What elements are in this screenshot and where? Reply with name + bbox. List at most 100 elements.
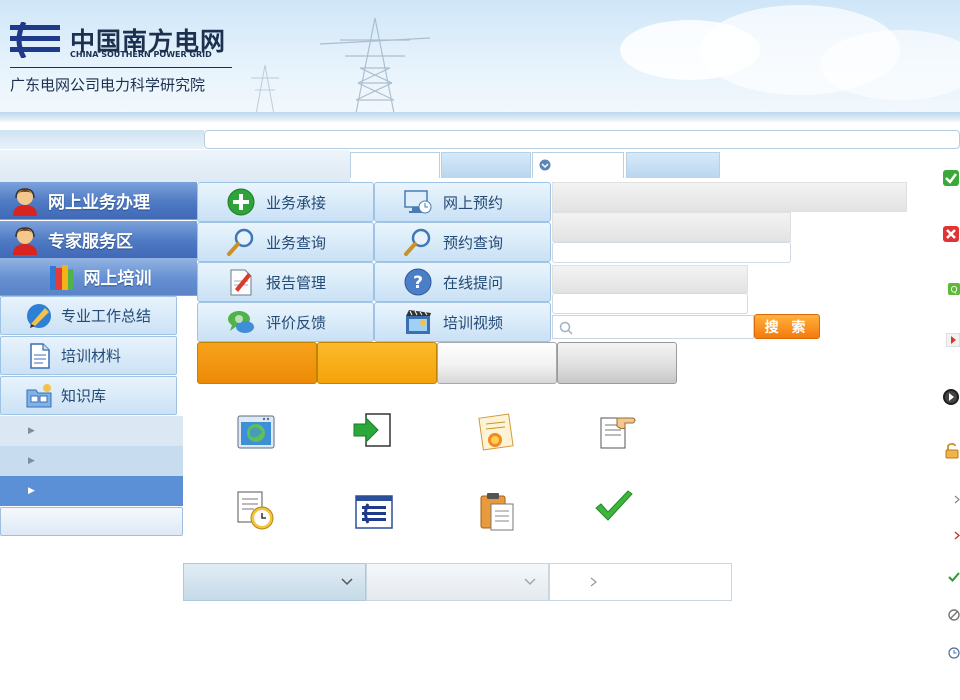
- dropdown-1[interactable]: [183, 563, 366, 601]
- play-icon[interactable]: [946, 333, 960, 347]
- service-label: 预约查询: [443, 233, 504, 252]
- nav-strip-item-3[interactable]: ▶: [0, 476, 183, 506]
- report-edit-icon: [230, 269, 252, 296]
- service-business-query[interactable]: 业务查询: [197, 222, 374, 262]
- service-feedback[interactable]: 评价反馈: [197, 302, 374, 342]
- nav-label: 专家服务区: [48, 232, 133, 252]
- service-online-booking[interactable]: 网上预约: [374, 182, 551, 222]
- organization-subtitle: 广东电网公司电力科学研究院: [10, 76, 206, 94]
- color-tab-3[interactable]: [437, 342, 557, 384]
- header-banner: [0, 0, 960, 122]
- power-tower-illustration: [320, 17, 430, 118]
- video-icon: [406, 310, 431, 334]
- pointer-document-icon[interactable]: [595, 410, 639, 454]
- add-icon: [227, 188, 255, 216]
- certificate-icon[interactable]: [475, 410, 519, 454]
- service-label: 培训视频: [443, 313, 504, 332]
- tab-4[interactable]: [626, 152, 720, 178]
- color-tab-2[interactable]: [317, 342, 437, 384]
- media-next-icon[interactable]: [942, 388, 960, 406]
- top-input-bar[interactable]: [204, 130, 960, 149]
- service-label: 报告管理: [266, 273, 327, 292]
- nav-strip-footer: [0, 507, 183, 536]
- chat-icon: [228, 311, 254, 333]
- search-button[interactable]: 搜 索: [754, 314, 820, 339]
- chevron-down-icon: [341, 578, 353, 586]
- search-text-field[interactable]: [577, 318, 749, 336]
- service-booking-query[interactable]: 预约查询: [374, 222, 551, 262]
- check-icon[interactable]: [942, 169, 960, 187]
- magnifier-icon: [227, 228, 254, 256]
- form-field-gray[interactable]: [552, 212, 791, 242]
- logo-window-icon[interactable]: [352, 490, 396, 534]
- chevron-right-icon[interactable]: [954, 495, 960, 504]
- close-icon[interactable]: [942, 225, 960, 243]
- nav-sub-label: 知识库: [61, 387, 107, 405]
- svg-text:?: ?: [413, 273, 423, 293]
- service-label: 业务查询: [266, 233, 327, 252]
- globe-window-icon[interactable]: [234, 410, 278, 454]
- chevron-down-circle-icon: [539, 159, 551, 171]
- service-label: 在线提问: [443, 273, 504, 292]
- q-badge-icon[interactable]: Q: [948, 283, 960, 295]
- monitor-clock-icon: [404, 190, 432, 214]
- service-label: 业务承接: [266, 193, 327, 212]
- form-field-gray[interactable]: [552, 265, 748, 293]
- color-tab-4[interactable]: [557, 342, 677, 384]
- service-label: 评价反馈: [266, 313, 327, 332]
- chevron-down-icon: [524, 578, 536, 586]
- search-input[interactable]: [552, 315, 754, 339]
- service-online-question[interactable]: ? 在线提问: [374, 262, 551, 302]
- folder-network-icon: [26, 383, 52, 407]
- brand-divider: [10, 67, 232, 68]
- enter-arrow-icon[interactable]: [352, 410, 396, 454]
- header-shadow: [0, 112, 960, 122]
- service-training-video[interactable]: 培训视频: [374, 302, 551, 342]
- checkmark-icon[interactable]: [592, 486, 636, 530]
- service-accept[interactable]: 业务承接: [197, 182, 374, 222]
- dropdown-2[interactable]: [366, 563, 549, 601]
- nav-expert-service[interactable]: 专家服务区: [0, 221, 197, 259]
- customer-service-icon: [13, 187, 37, 216]
- chevron-right-red-icon[interactable]: [954, 531, 960, 540]
- nav-online-training[interactable]: 网上培训: [0, 258, 197, 296]
- books-icon: [49, 264, 73, 290]
- tab-strip-background: [0, 150, 350, 182]
- nav-label: 网上业务办理: [48, 193, 150, 213]
- service-label: 网上预约: [443, 193, 504, 212]
- customer-service-icon: [13, 226, 37, 255]
- document-icon: [30, 342, 50, 369]
- svg-text:Q: Q: [950, 286, 957, 296]
- brand-name-en: CHINA SOUTHERN POWER GRID: [70, 50, 212, 59]
- clock-icon[interactable]: [948, 647, 960, 659]
- clipboard-icon[interactable]: [475, 490, 519, 534]
- nav-training-materials[interactable]: 培训材料: [0, 336, 177, 375]
- power-tower-illustration: [251, 64, 279, 120]
- document-clock-icon[interactable]: [234, 490, 278, 534]
- nav-sub-label: 培训材料: [61, 347, 122, 365]
- nav-knowledge-base[interactable]: 知识库: [0, 376, 177, 415]
- chevron-right-icon: [590, 577, 597, 587]
- nav-work-summary[interactable]: 专业工作总结: [0, 296, 177, 335]
- unlock-icon[interactable]: [944, 443, 960, 459]
- tab-1[interactable]: [350, 152, 440, 178]
- csg-logo-icon: [10, 22, 60, 58]
- form-field-gray[interactable]: [552, 182, 907, 212]
- nav-label: 网上培训: [83, 269, 152, 289]
- small-check-icon[interactable]: [948, 571, 960, 583]
- nav-strip-item-2[interactable]: ▶: [0, 446, 183, 476]
- tab-2[interactable]: [441, 152, 531, 178]
- form-field-white[interactable]: [552, 293, 748, 314]
- help-icon: ?: [404, 268, 432, 296]
- nav-online-business[interactable]: 网上业务办理: [0, 182, 197, 220]
- nav-sub-label: 专业工作总结: [61, 307, 152, 325]
- service-report-management[interactable]: 报告管理: [197, 262, 374, 302]
- color-tab-1[interactable]: [197, 342, 317, 384]
- form-field-white[interactable]: [552, 242, 791, 263]
- breadcrumb-cell[interactable]: [549, 563, 732, 601]
- nav-strip-item-1[interactable]: ▶: [0, 416, 183, 446]
- magnifier-icon: [404, 228, 431, 256]
- search-icon: [559, 321, 573, 335]
- disabled-icon[interactable]: [948, 609, 960, 621]
- tab-3[interactable]: [532, 152, 624, 178]
